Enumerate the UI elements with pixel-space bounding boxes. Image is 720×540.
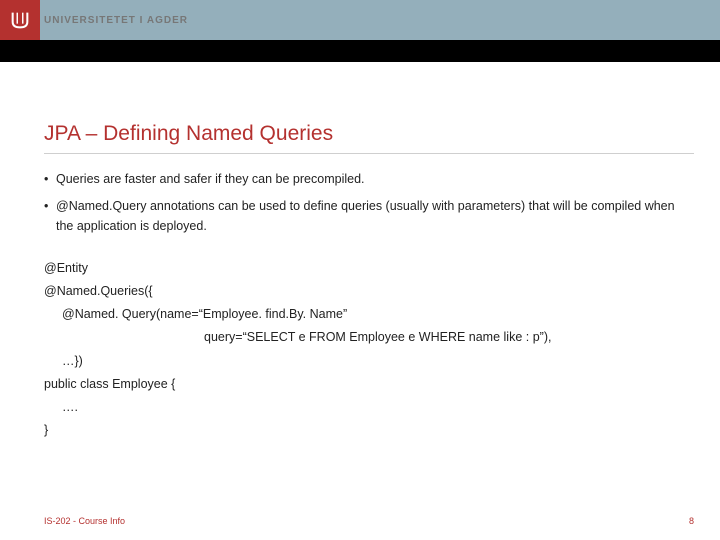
code-line: query=“SELECT e FROM Employee e WHERE na…: [44, 326, 680, 349]
university-name: UNIVERSITETET I AGDER: [44, 0, 188, 40]
code-line: }: [44, 419, 680, 442]
code-line: ….: [44, 396, 680, 419]
code-line: @Entity: [44, 257, 680, 280]
code-line: @Named.Queries({: [44, 280, 680, 303]
bullet-text: @Named.Query annotations can be used to …: [56, 197, 680, 236]
slide: UNIVERSITETET I AGDER JPA – Defining Nam…: [0, 0, 720, 540]
bullet-text: Queries are faster and safer if they can…: [56, 170, 680, 189]
title-underline: [44, 153, 694, 154]
header-black-stripe: [0, 40, 720, 62]
list-item: • Queries are faster and safer if they c…: [44, 170, 680, 189]
slide-title: JPA – Defining Named Queries: [44, 122, 680, 146]
code-line: @Named. Query(name=“Employee. find.By. N…: [44, 303, 680, 326]
bullet-list: • Queries are faster and safer if they c…: [44, 170, 680, 244]
bullet-dot-icon: •: [44, 197, 56, 236]
code-line: …}): [44, 350, 680, 373]
bullet-dot-icon: •: [44, 170, 56, 189]
footer-course: IS-202 - Course Info: [44, 516, 125, 526]
list-item: • @Named.Query annotations can be used t…: [44, 197, 680, 236]
code-block: @Entity @Named.Queries({ @Named. Query(n…: [44, 257, 680, 442]
university-logo-icon: [0, 0, 40, 40]
code-line: public class Employee {: [44, 373, 680, 396]
page-number: 8: [689, 516, 694, 526]
